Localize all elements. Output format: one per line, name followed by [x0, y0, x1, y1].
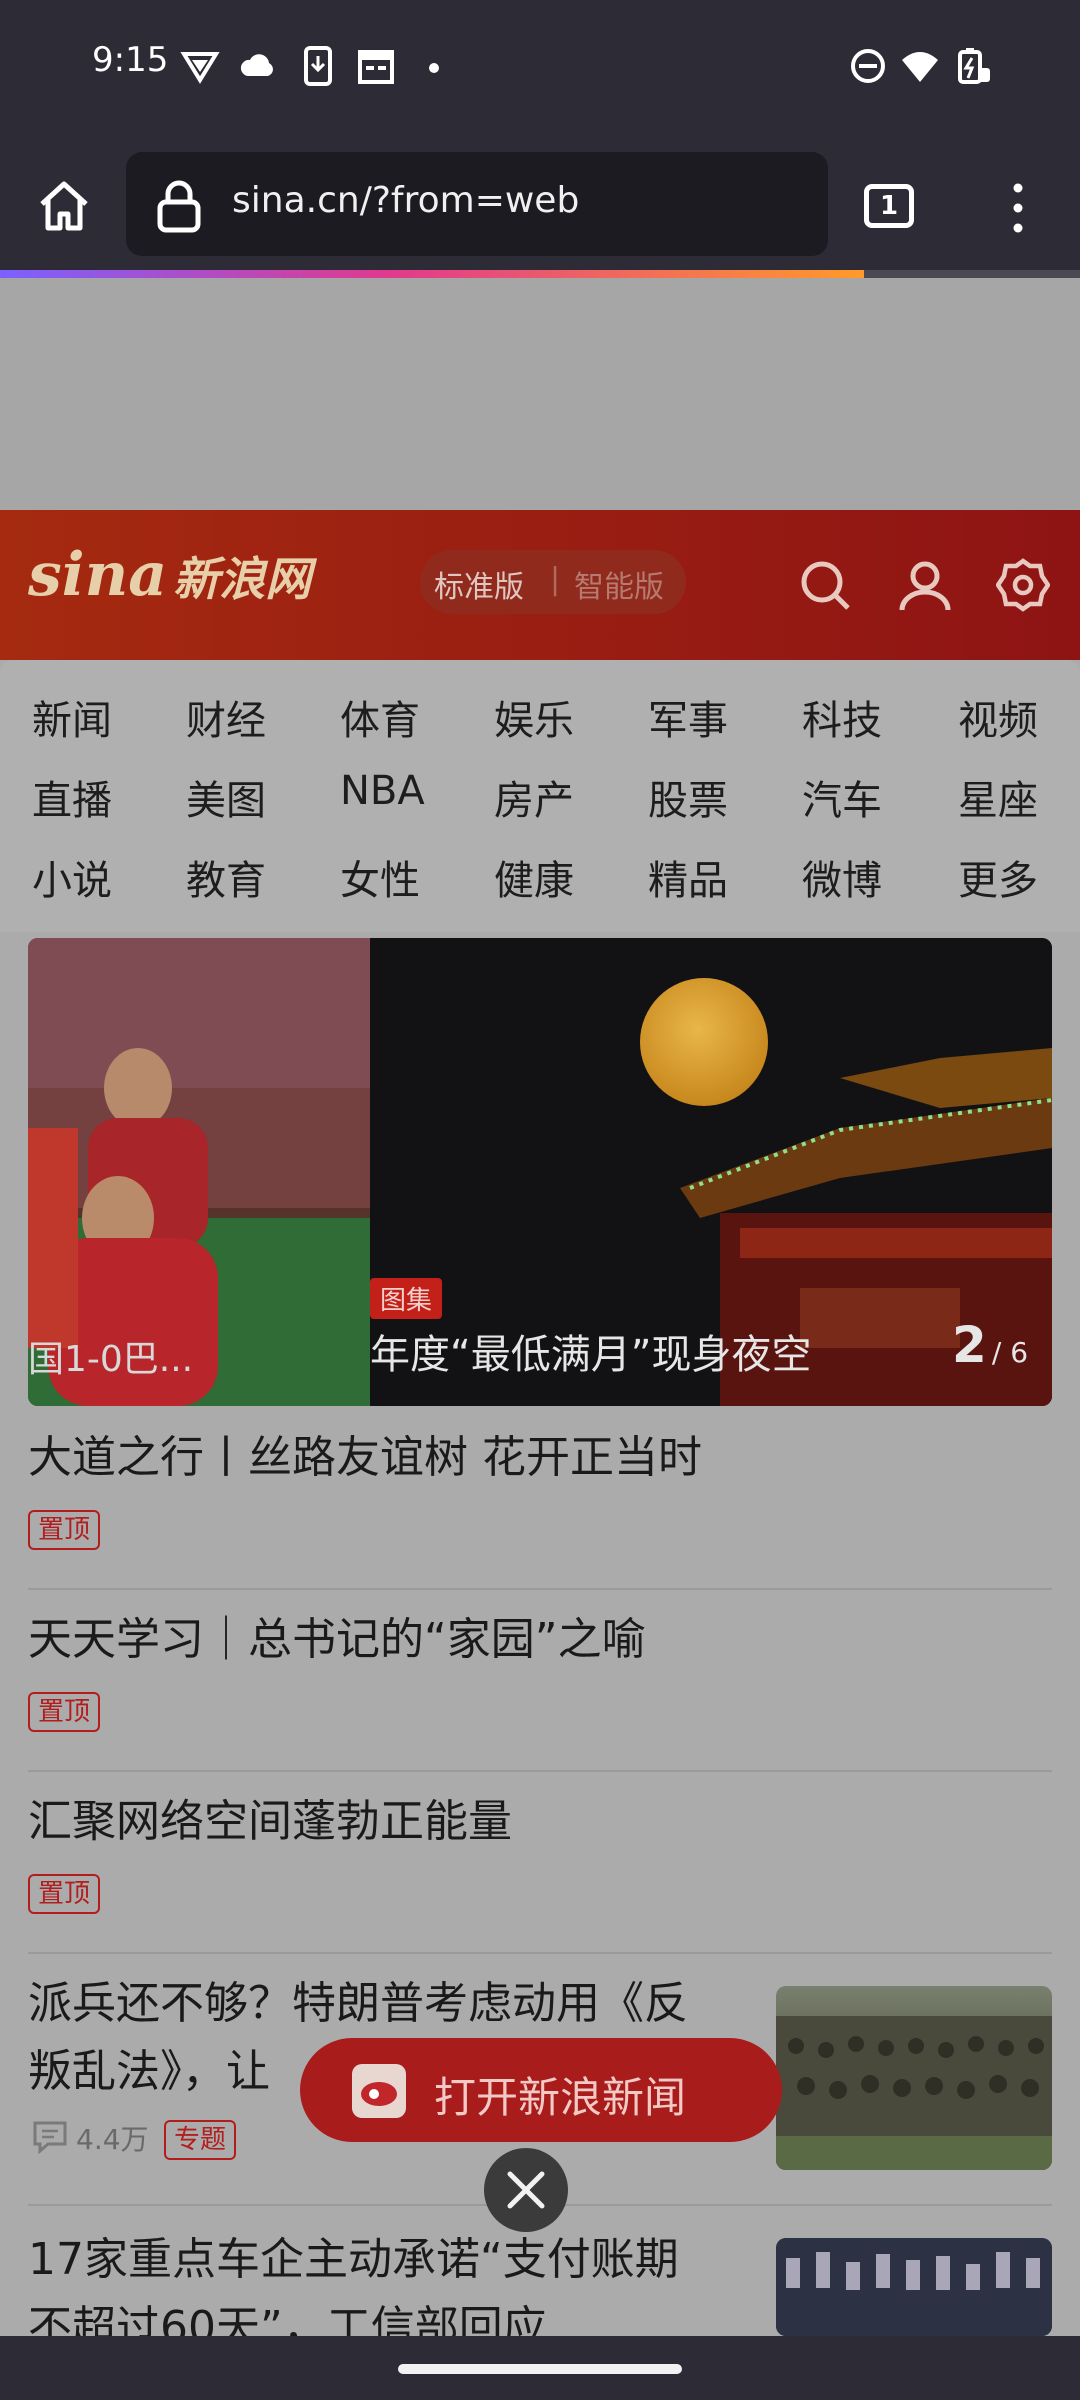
comment-count: 4.4万: [76, 2123, 149, 2156]
wifi-icon: [902, 52, 938, 82]
logo-text: sina: [28, 540, 168, 610]
news-title-line1[interactable]: 17家重点车企主动承诺“支付账期: [28, 2226, 748, 2294]
pinned-tag: 置顶: [28, 1874, 101, 1914]
dot-icon: [429, 63, 439, 73]
channel-nav: 新闻 财经 体育 娱乐 军事 科技 视频直播 美图 NBA 房产 股票 汽车 星座小说 教育 女性 健康 精品 微…: [0, 660, 1080, 932]
list-item[interactable]: 汇聚网络空间蓬勃正能量 置顶: [28, 1788, 1052, 1914]
comment-icon: [33, 2121, 67, 2154]
carousel-slide-prev[interactable]: 国1-0巴...: [28, 938, 370, 1406]
web-page: sina 新浪网 标准版 | 智能版 新闻 财经 体育 娱乐 军事 科技 视频直播 美图 NBA 房…: [0, 278, 1080, 2336]
user-icon[interactable]: [898, 558, 952, 612]
pinned-tag: 置顶: [28, 1692, 101, 1732]
nav-item[interactable]: 科技: [802, 688, 882, 746]
carousel-prev-caption: 国1-0巴...: [28, 1339, 194, 1380]
open-app-label: 打开新浪新闻: [434, 2073, 687, 2122]
nav-item[interactable]: 汽车: [802, 768, 882, 826]
load-progress-bar: [0, 270, 864, 278]
sina-logo[interactable]: sina 新浪网: [28, 540, 311, 610]
dnd-icon: [851, 49, 885, 83]
topic-tag: 专题: [164, 2120, 237, 2160]
version-standard[interactable]: 标准版: [434, 562, 524, 606]
tabs-button[interactable]: 1: [864, 184, 914, 228]
nav-item[interactable]: 股票: [648, 768, 728, 826]
search-icon[interactable]: [798, 558, 852, 612]
nav-item[interactable]: 更多: [958, 848, 1038, 906]
nav-item[interactable]: 娱乐: [494, 688, 574, 746]
troops-image: [776, 2016, 1052, 2170]
pager-total: / 6: [991, 1336, 1029, 1369]
open-app-button[interactable]: 打开新浪新闻: [300, 2038, 782, 2142]
news-title-line2[interactable]: 不超过60天”，工信部回应: [28, 2294, 748, 2336]
nav-item[interactable]: 微博: [802, 848, 882, 906]
lock-icon[interactable]: [154, 178, 204, 234]
photo-carousel[interactable]: 国1-0巴... 图集 年度“最低满月”现身夜空 2 / 6: [28, 938, 1052, 1406]
nav-item[interactable]: 直播: [32, 768, 112, 826]
vpn-shield-icon: [180, 52, 220, 84]
version-separator: |: [550, 562, 561, 597]
divider: [28, 1588, 1052, 1590]
version-switch: 标准版 | 智能版: [420, 550, 686, 614]
sina-app-icon: [352, 2064, 406, 2118]
ad-placeholder: [0, 278, 1080, 510]
site-header: sina 新浪网 标准版 | 智能版: [0, 510, 1080, 660]
list-item[interactable]: 天天学习｜总书记的“家园”之喻 置顶: [28, 1606, 1052, 1732]
home-icon[interactable]: [34, 176, 94, 236]
news-title[interactable]: 天天学习｜总书记的“家园”之喻: [28, 1606, 1052, 1674]
overflow-menu-icon[interactable]: [1000, 178, 1036, 238]
gallery-tag: 图集: [370, 1278, 443, 1319]
home-handle[interactable]: [398, 2364, 682, 2374]
news-title[interactable]: 大道之行丨丝路友谊树 花开正当时: [28, 1424, 1052, 1492]
nav-item[interactable]: 星座: [958, 768, 1038, 826]
calendar-icon: [358, 50, 394, 84]
nav-item[interactable]: 军事: [648, 688, 728, 746]
news-title[interactable]: 汇聚网络空间蓬勃正能量: [28, 1788, 1052, 1856]
news-title-line1[interactable]: 派兵还不够？特朗普考虑动用《反: [28, 1970, 748, 2038]
carousel-pager: 2 / 6: [952, 1316, 1028, 1374]
news-thumbnail[interactable]: [776, 1986, 1052, 2170]
cloud-icon: [240, 54, 273, 76]
settings-icon[interactable]: [996, 558, 1050, 612]
list-item[interactable]: 大道之行丨丝路友谊树 花开正当时 置顶: [28, 1424, 1052, 1550]
nav-item[interactable]: 精品: [648, 848, 728, 906]
crowd-image: [776, 2238, 1052, 2336]
close-button[interactable]: [484, 2148, 568, 2232]
nav-item[interactable]: 女性: [340, 848, 420, 906]
nav-item[interactable]: 新闻: [32, 688, 112, 746]
nav-item[interactable]: 小说: [32, 848, 112, 906]
nav-item[interactable]: 体育: [340, 688, 420, 746]
nav-item[interactable]: 房产: [494, 768, 574, 826]
status-bar: 9:15: [0, 0, 1080, 140]
close-icon: [507, 2171, 545, 2209]
divider: [28, 1952, 1052, 1954]
divider: [28, 1770, 1052, 1772]
pinned-tag: 置顶: [28, 1510, 101, 1550]
carousel-caption: 年度“最低满月”现身夜空: [370, 1332, 812, 1378]
version-smart[interactable]: 智能版: [574, 562, 664, 606]
carousel-slide-current[interactable]: 图集 年度“最低满月”现身夜空 2 / 6: [370, 938, 1052, 1406]
pager-current: 2: [952, 1316, 987, 1374]
url-text[interactable]: sina.cn/?from=web: [232, 180, 579, 221]
nav-item[interactable]: NBA: [340, 768, 425, 814]
nav-item[interactable]: 教育: [186, 848, 266, 906]
news-thumbnail[interactable]: [776, 2238, 1052, 2336]
download-icon: [304, 46, 332, 86]
status-time: 9:15: [92, 40, 169, 80]
battery-icon: [958, 48, 990, 84]
nav-item[interactable]: 视频: [958, 688, 1038, 746]
logo-cn: 新浪网: [173, 552, 312, 606]
nav-item[interactable]: 财经: [186, 688, 266, 746]
nav-item[interactable]: 健康: [494, 848, 574, 906]
nav-item[interactable]: 美图: [186, 768, 266, 826]
